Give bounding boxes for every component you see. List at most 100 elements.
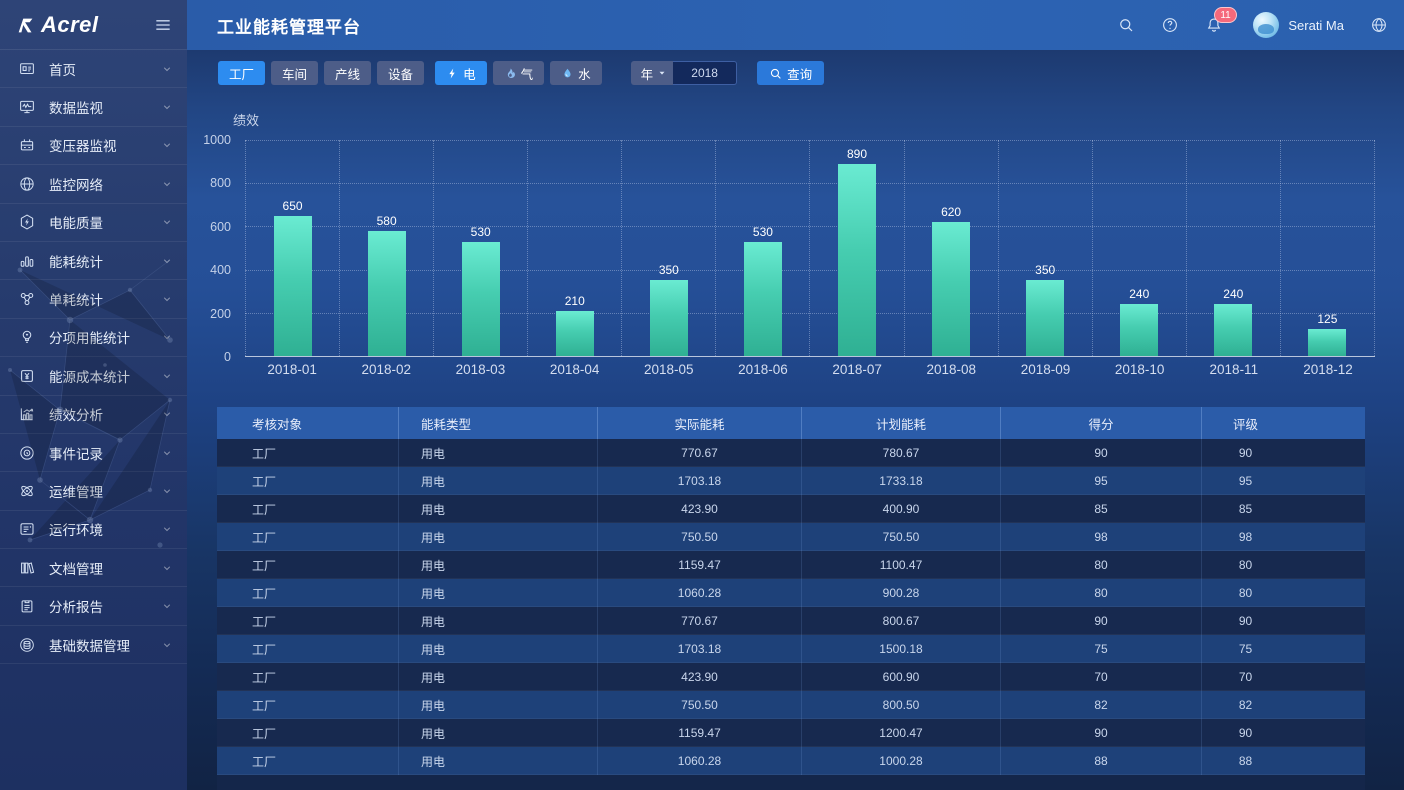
bar-value-label: 350 — [659, 263, 679, 277]
main-content: 工厂车间产线设备 电气水 年 查询 绩效 10008006004002000 — [187, 50, 1404, 790]
table-row: 工厂用电1703.181733.189595 — [217, 467, 1365, 495]
chart-bar[interactable] — [1214, 304, 1252, 356]
sidebar-item-label: 数据监视 — [49, 97, 103, 117]
year-input[interactable] — [673, 61, 737, 85]
period-select[interactable]: 年 — [631, 61, 674, 85]
chart-band: 350 — [622, 140, 716, 356]
chevron-down-icon — [161, 600, 173, 612]
sidebar-item-subitem-energy[interactable]: 分项用能统计 — [0, 319, 187, 357]
chevron-down-icon — [161, 562, 173, 574]
x-tick-label: 2018-09 — [998, 362, 1092, 377]
bar-value-label: 650 — [283, 199, 303, 213]
chart-bar[interactable] — [274, 216, 312, 356]
header-actions: 11 Serati Ma — [1091, 12, 1388, 38]
chart-band: 240 — [1093, 140, 1187, 356]
help-icon[interactable] — [1161, 16, 1179, 34]
unit-consumption-icon — [18, 290, 36, 308]
table-cell: 1703.18 — [598, 635, 802, 663]
sidebar-item-performance-analysis[interactable]: 绩效分析 — [0, 396, 187, 434]
sidebar-item-energy-cost[interactable]: 能源成本统计 — [0, 357, 187, 395]
chart-bar[interactable] — [462, 242, 500, 356]
filter-bar: 工厂车间产线设备 电气水 年 查询 — [218, 61, 824, 85]
table-cell: 70 — [1202, 663, 1365, 691]
scope-tab-factory[interactable]: 工厂 — [218, 61, 265, 85]
energy-tab-gas[interactable]: 气 — [493, 61, 545, 85]
acrel-logo-icon — [15, 14, 37, 36]
sidebar-item-ops-management[interactable]: 运维管理 — [0, 472, 187, 510]
report-icon — [18, 597, 36, 615]
table-cell: 82 — [1001, 691, 1202, 719]
scope-tab-workshop[interactable]: 车间 — [271, 61, 318, 85]
query-button[interactable]: 查询 — [757, 61, 824, 85]
chevron-down-icon — [161, 178, 173, 190]
chart-bar[interactable] — [932, 222, 970, 356]
table-cell: 750.50 — [802, 523, 1001, 551]
chart-band: 210 — [528, 140, 622, 356]
sidebar-item-doc-management[interactable]: 文档管理 — [0, 549, 187, 587]
table-cell: 用电 — [399, 747, 598, 775]
bar-value-label: 240 — [1129, 287, 1149, 301]
bar-value-label: 125 — [1317, 312, 1337, 326]
table-row-partial — [217, 775, 1365, 790]
sidebar-item-analysis-report[interactable]: 分析报告 — [0, 587, 187, 625]
sidebar-item-label: 绩效分析 — [49, 404, 103, 424]
table-header-cell: 能耗类型 — [399, 407, 598, 439]
sidebar-item-unit-consumption[interactable]: 单耗统计 — [0, 280, 187, 318]
chart-band: 620 — [905, 140, 999, 356]
table-cell: 770.67 — [598, 607, 802, 635]
power-quality-icon — [18, 213, 36, 231]
brand-name: Acrel — [41, 12, 99, 38]
sidebar-item-event-records[interactable]: 事件记录 — [0, 434, 187, 472]
table-cell: 工厂 — [217, 635, 399, 663]
energy-tab-water[interactable]: 水 — [550, 61, 602, 85]
chart-band: 530 — [434, 140, 528, 356]
sidebar-item-base-data[interactable]: 基础数据管理 — [0, 626, 187, 664]
app-root: Acrel 首页数据监视变压器监视监控网络电能质量能耗统计单耗统计分项用能统计能… — [0, 0, 1404, 790]
bell-icon[interactable]: 11 — [1205, 16, 1223, 34]
table-cell: 1159.47 — [598, 719, 802, 747]
performance-icon — [18, 405, 36, 423]
table-cell: 750.50 — [598, 691, 802, 719]
chart-bar[interactable] — [744, 242, 782, 356]
sidebar-item-energy-stats[interactable]: 能耗统计 — [0, 242, 187, 280]
chart-bar[interactable] — [1308, 329, 1346, 356]
chart-bar[interactable] — [556, 311, 594, 356]
table-cell: 用电 — [399, 467, 598, 495]
sidebar-item-network-monitor[interactable]: 监控网络 — [0, 165, 187, 203]
chevron-down-icon — [161, 101, 173, 113]
table-row: 工厂用电750.50750.509898 — [217, 523, 1365, 551]
chart-bar[interactable] — [650, 280, 688, 356]
table-cell: 工厂 — [217, 719, 399, 747]
sidebar-item-data-monitor[interactable]: 数据监视 — [0, 88, 187, 126]
energy-tab-label: 电 — [463, 64, 476, 83]
sidebar-item-home[interactable]: 首页 — [0, 50, 187, 88]
user-avatar[interactable] — [1253, 12, 1279, 38]
menu-collapse-icon[interactable] — [153, 15, 173, 35]
base-data-icon — [18, 636, 36, 654]
chart-bar[interactable] — [1026, 280, 1064, 356]
table-cell: 80 — [1001, 551, 1202, 579]
user-name[interactable]: Serati Ma — [1288, 18, 1344, 33]
sidebar-item-label: 运行环境 — [49, 519, 103, 539]
chevron-down-icon — [161, 485, 173, 497]
table-cell: 用电 — [399, 523, 598, 551]
table-cell: 98 — [1001, 523, 1202, 551]
table-cell: 90 — [1202, 607, 1365, 635]
chart-bar[interactable] — [368, 231, 406, 356]
scope-tab-line[interactable]: 产线 — [324, 61, 371, 85]
sidebar-item-transformer-monitor[interactable]: 变压器监视 — [0, 127, 187, 165]
globe-icon[interactable] — [1370, 16, 1388, 34]
scope-tab-device[interactable]: 设备 — [377, 61, 424, 85]
table-row: 工厂用电770.67800.679090 — [217, 607, 1365, 635]
x-tick-label: 2018-03 — [433, 362, 527, 377]
energy-tab-electric[interactable]: 电 — [435, 61, 487, 85]
drop-icon — [561, 67, 574, 80]
sidebar-item-runtime-env[interactable]: 运行环境 — [0, 511, 187, 549]
chart-bar[interactable] — [1120, 304, 1158, 356]
table-cell: 70 — [1001, 663, 1202, 691]
table-cell: 用电 — [399, 719, 598, 747]
chart-bar[interactable] — [838, 164, 876, 356]
search-icon[interactable] — [1117, 16, 1135, 34]
table-cell: 80 — [1202, 551, 1365, 579]
sidebar-item-power-quality[interactable]: 电能质量 — [0, 204, 187, 242]
